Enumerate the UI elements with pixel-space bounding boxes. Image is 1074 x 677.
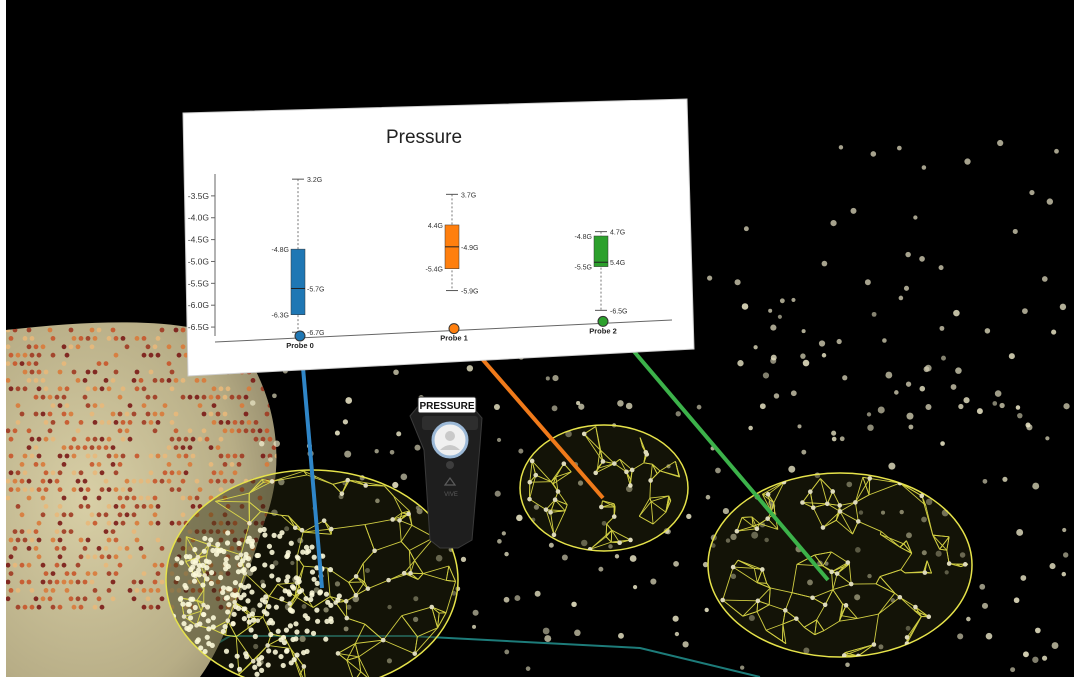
category-label: Probe 0 [286,341,314,350]
q3-label: -4.8G [271,247,289,254]
median-label: -4.9G [461,245,479,252]
category-label: Probe 1 [440,334,468,343]
median-label: -5.7G [307,286,325,293]
chart-title: Pressure [386,127,462,148]
probe-marker[interactable] [448,323,460,335]
probe-marker[interactable] [597,315,609,327]
svg-text:VIVE: VIVE [444,492,458,498]
vr-scene: VIVE PRESSURE Pressure -3.5G -4.0G -4.5G -5… [6,0,1074,677]
y-tick-label: -4.0G [188,213,209,223]
probe-sphere-2[interactable] [707,472,973,658]
q3-label: 4.4G [428,223,443,230]
box-body [290,248,306,315]
q1-label: -5.5G [574,265,592,272]
y-tick-label: -4.5G [188,235,209,245]
pressure-chart-panel[interactable]: Pressure -3.5G -4.0G -4.5G -5.0G -5.5G -6.0G -… [182,98,695,377]
min-label: -6.7G [307,330,325,337]
max-label: 4.7G [610,230,625,237]
q1-label: -5.4G [425,267,443,274]
min-label: -5.9G [461,289,479,296]
median-label: 5.4G [610,260,625,267]
max-label: 3.2G [307,177,322,184]
min-label: -6.5G [610,308,628,315]
category-label: Probe 2 [589,326,617,335]
y-tick-label: -6.5G [188,322,209,332]
q1-label: -6.3G [271,313,289,320]
probe-sphere-1[interactable] [519,424,689,552]
y-tick-label: -5.0G [188,256,209,266]
y-tick-label: -6.0G [188,300,209,310]
max-label: 3.7G [461,192,476,199]
y-tick-label: -3.5G [188,191,209,201]
y-tick-label: -5.5G [188,278,209,288]
q3-label: -4.8G [574,234,592,241]
probe-marker[interactable] [294,330,306,342]
controller-label: PRESSURE [419,401,474,412]
